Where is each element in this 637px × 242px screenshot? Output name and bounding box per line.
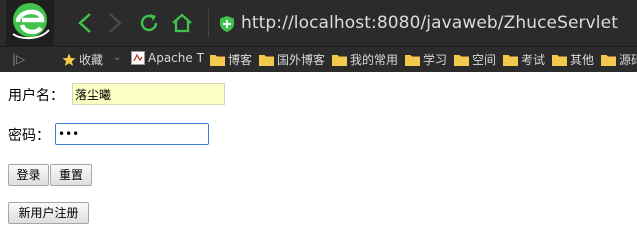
bookmark-item[interactable]: 收藏 <box>62 51 103 68</box>
bookmark-item[interactable]: 空间 <box>454 51 496 68</box>
chevron-left-icon <box>78 13 91 33</box>
secure-shield-icon <box>220 16 234 32</box>
toolbar-divider <box>208 9 209 37</box>
folder-icon <box>405 54 420 66</box>
bookmark-label: 国外博客 <box>277 53 326 67</box>
back-button[interactable] <box>73 11 97 35</box>
bookmark-label: 其他 <box>570 53 595 67</box>
login-button[interactable]: 登录 <box>8 164 49 186</box>
bookmark-label: 学习 <box>423 53 448 67</box>
bookmark-label: Apache T <box>148 51 204 65</box>
bookmark-item[interactable]: 源码 <box>601 51 637 68</box>
bookmark-label: 空间 <box>472 53 497 67</box>
folder-icon <box>552 54 567 66</box>
bookmark-label: 收藏 <box>79 53 104 67</box>
chevron-down-icon[interactable]: ⌄ <box>113 52 121 63</box>
bookmark-label: 考试 <box>521 53 546 67</box>
folder-icon <box>259 54 274 66</box>
bookmark-item[interactable]: 其他 <box>552 51 594 68</box>
address-bar[interactable]: http://localhost:8080/javaweb/ZhuceServl… <box>241 13 618 33</box>
bookmark-label: 博客 <box>228 53 253 67</box>
username-label: 用户名： <box>8 88 64 104</box>
browser-logo-icon <box>6 0 54 46</box>
bookmark-label: 我的常用 <box>350 53 399 67</box>
bookmark-item[interactable]: 考试 <box>503 51 545 68</box>
bookmark-item[interactable]: 国外博客 <box>259 51 325 68</box>
folder-icon <box>601 54 616 66</box>
folder-icon <box>332 54 347 66</box>
password-label: 密码： <box>8 128 50 144</box>
folder-icon <box>210 54 225 66</box>
folder-icon <box>454 54 469 66</box>
bookmark-item[interactable]: 博客 <box>210 51 252 68</box>
password-input[interactable] <box>55 123 209 145</box>
chevron-right-icon <box>109 13 122 33</box>
bookmark-label: 源码 <box>619 53 637 67</box>
reload-icon <box>140 14 158 32</box>
home-icon <box>172 13 192 33</box>
bookmark-item[interactable]: 我的常用 <box>332 51 398 68</box>
reload-button[interactable] <box>137 11 161 35</box>
username-input[interactable] <box>72 83 225 105</box>
browser-toolbar: http://localhost:8080/javaweb/ZhuceServl… <box>0 0 637 46</box>
folder-icon <box>503 54 518 66</box>
bookmarks-toggle-button[interactable]: |▷ <box>12 52 25 66</box>
forward-button[interactable] <box>103 11 127 35</box>
home-button[interactable] <box>170 11 194 35</box>
page-icon <box>131 51 145 65</box>
star-icon <box>62 53 76 66</box>
register-button[interactable]: 新用户注册 <box>8 202 89 224</box>
bookmark-item[interactable]: 学习 <box>405 51 447 68</box>
bookmark-item[interactable]: Apache T <box>131 51 204 65</box>
reset-button[interactable]: 重置 <box>50 164 92 186</box>
bookmarks-bar: |▷ 收藏 ⌄ Apache T 博客 国外博客 我的常用 学习 空间 考试 其… <box>0 46 637 72</box>
